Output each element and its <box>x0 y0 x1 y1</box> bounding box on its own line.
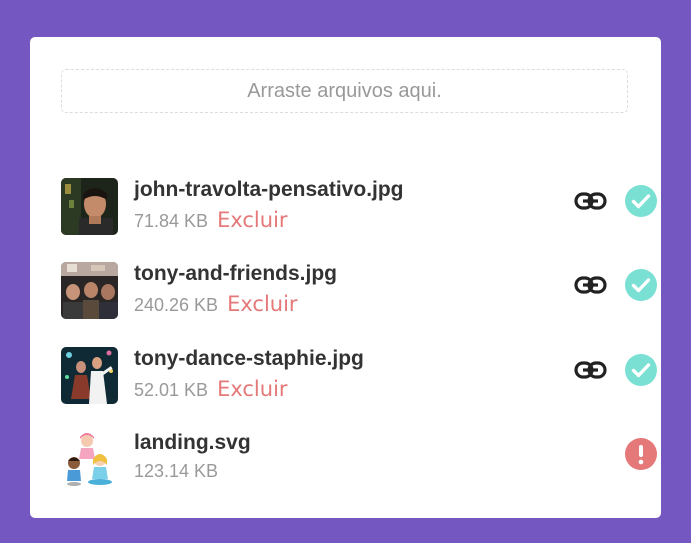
upload-card: Arraste arquivos aqui. john-travolta-pen… <box>30 37 661 518</box>
file-size: 52.01 KB <box>134 380 209 400</box>
file-info: tony-and-friends.jpg 240.26 KB Excluir <box>134 261 337 316</box>
file-info: landing.svg 123.14 KB <box>134 430 251 482</box>
delete-button[interactable]: Excluir <box>217 208 288 232</box>
delete-button[interactable]: Excluir <box>217 377 288 401</box>
file-meta: 71.84 KB Excluir <box>134 208 404 232</box>
success-check-icon <box>625 185 657 217</box>
file-item: tony-and-friends.jpg 240.26 KB Excluir <box>61 261 657 319</box>
file-info: john-travolta-pensativo.jpg 71.84 KB Exc… <box>134 177 404 232</box>
link-icon[interactable] <box>574 273 607 297</box>
file-name: john-travolta-pensativo.jpg <box>134 178 404 201</box>
file-meta: 52.01 KB Excluir <box>134 377 364 401</box>
file-item: john-travolta-pensativo.jpg 71.84 KB Exc… <box>61 177 657 235</box>
file-thumbnail <box>61 431 118 488</box>
error-alert-icon <box>625 438 657 470</box>
file-name: tony-dance-staphie.jpg <box>134 347 364 370</box>
file-thumbnail <box>61 178 118 235</box>
file-size: 123.14 KB <box>134 461 219 481</box>
file-meta: 123.14 KB <box>134 461 251 482</box>
file-name: landing.svg <box>134 431 251 454</box>
dropzone-text: Arraste arquivos aqui. <box>247 79 442 102</box>
success-check-icon <box>625 354 657 386</box>
link-icon[interactable] <box>574 358 607 382</box>
file-size: 71.84 KB <box>134 211 209 231</box>
file-thumbnail <box>61 262 118 319</box>
file-name: tony-and-friends.jpg <box>134 262 337 285</box>
file-item: landing.svg 123.14 KB <box>61 430 657 488</box>
dropzone[interactable]: Arraste arquivos aqui. <box>61 69 628 113</box>
delete-button[interactable]: Excluir <box>227 292 298 316</box>
file-size: 240.26 KB <box>134 295 219 315</box>
file-item: tony-dance-staphie.jpg 52.01 KB Excluir <box>61 346 657 404</box>
success-check-icon <box>625 269 657 301</box>
file-thumbnail <box>61 347 118 404</box>
file-meta: 240.26 KB Excluir <box>134 292 337 316</box>
file-info: tony-dance-staphie.jpg 52.01 KB Excluir <box>134 346 364 401</box>
link-icon[interactable] <box>574 189 607 213</box>
